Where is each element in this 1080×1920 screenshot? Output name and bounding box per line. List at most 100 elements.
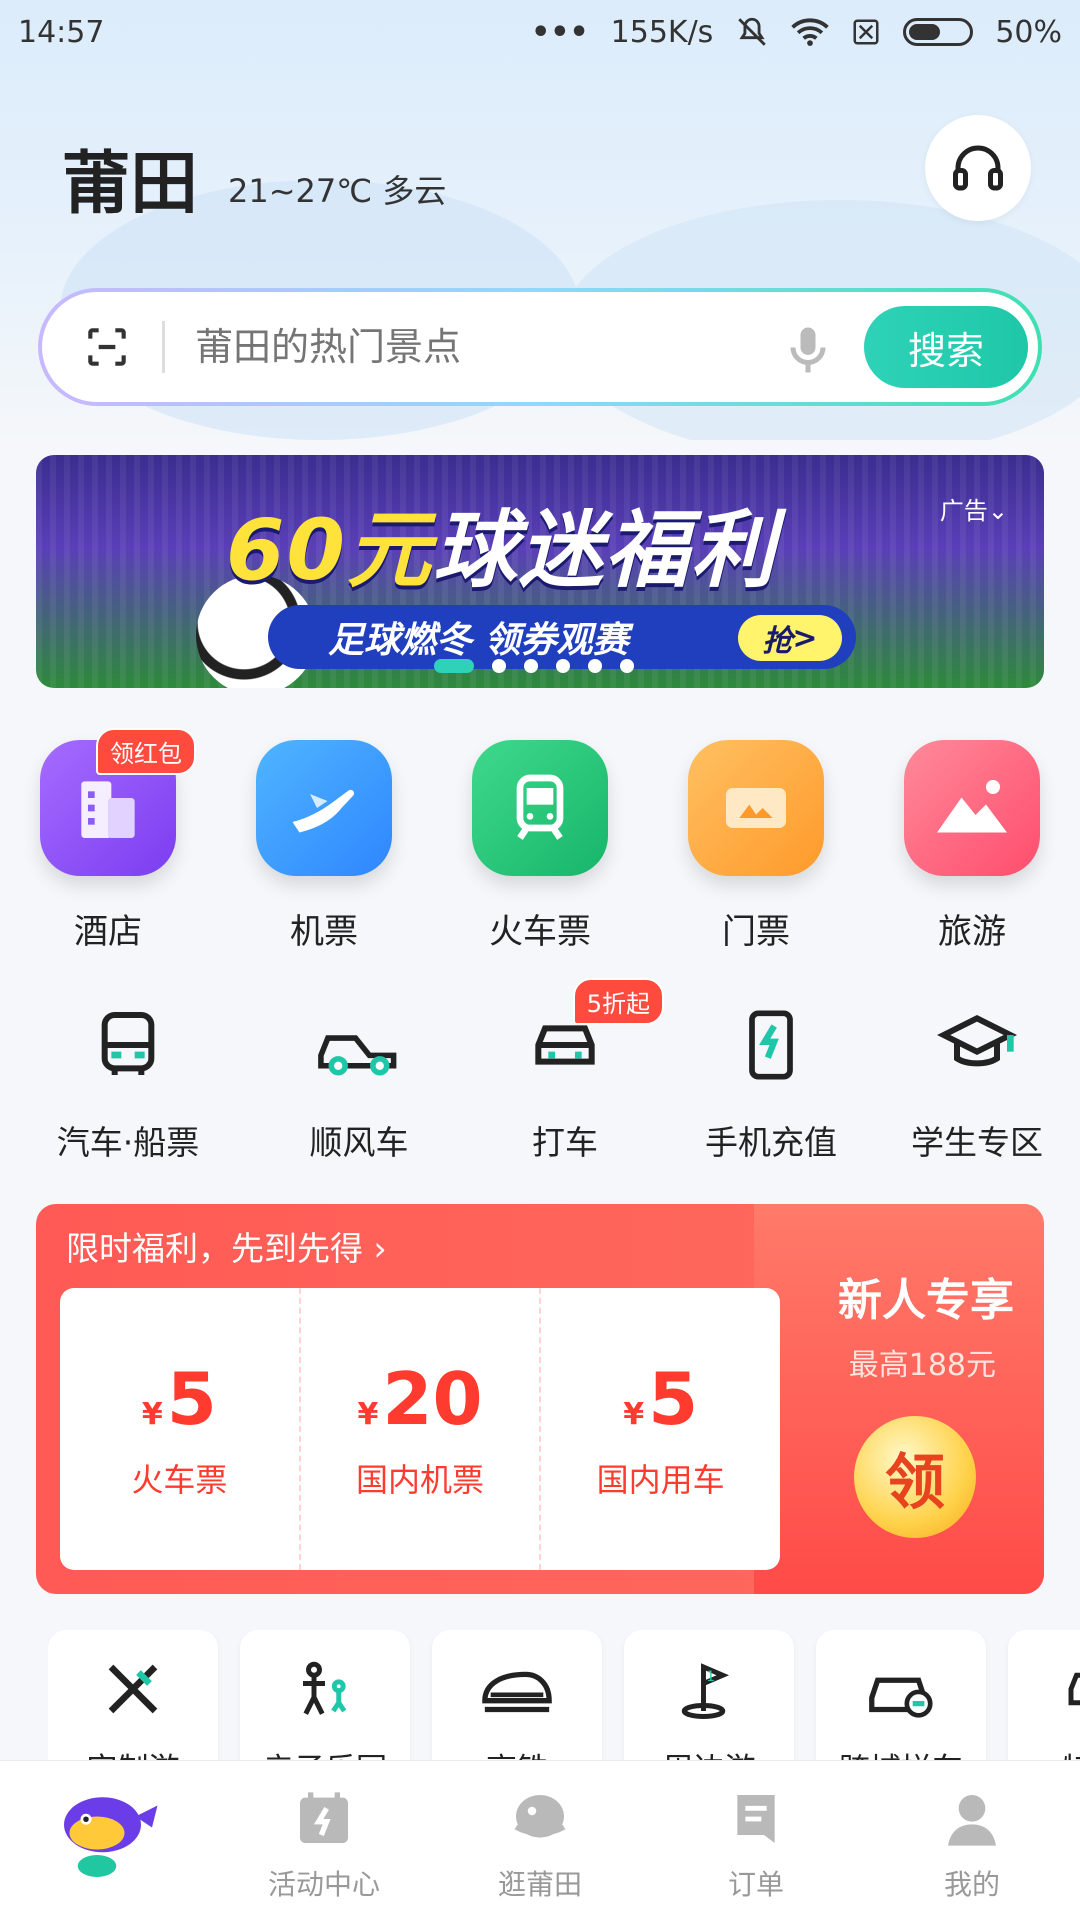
card-high-speed-rail[interactable]: 高铁	[432, 1630, 602, 1760]
intercity-carpool-icon	[869, 1677, 933, 1718]
mute-icon	[738, 17, 767, 46]
service-train[interactable]: 火车票	[432, 740, 648, 953]
weather-info: 21~27℃ 多云	[228, 172, 447, 210]
service-taxi[interactable]: 5折起 打车	[462, 978, 668, 1164]
service-label: 汽车·船票	[56, 1123, 200, 1162]
tab-label: 活动中心	[267, 1868, 380, 1901]
service-label: 机票	[290, 912, 358, 952]
tab-explore[interactable]: 逛莆田	[432, 1761, 648, 1920]
customer-service-button[interactable]	[925, 115, 1031, 221]
service-label: 酒店	[74, 912, 142, 952]
city-name[interactable]: 莆田	[62, 128, 198, 227]
card-label: 跨城拼车	[839, 1744, 963, 1760]
tab-profile[interactable]: 我的	[864, 1761, 1080, 1920]
tab-activity[interactable]: 活动中心	[216, 1761, 432, 1920]
graduation-cap-icon	[937, 1014, 1017, 1067]
new-user-max: 最高188元	[848, 1348, 996, 1383]
card-intercity-carpool[interactable]: 跨城拼车	[816, 1630, 986, 1760]
card-nearby-tour[interactable]: 1 周边游	[624, 1630, 794, 1760]
claim-button[interactable]: 领	[854, 1416, 976, 1538]
card-label: 定制游	[87, 1744, 180, 1760]
mascot-home-icon	[64, 1797, 158, 1877]
service-bus[interactable]: 汽车·船票	[0, 1000, 256, 1164]
mountain-icon	[937, 780, 1007, 833]
card-label: 周边游	[663, 1744, 756, 1760]
more-dots-icon: •••	[531, 14, 589, 50]
card-label: 特价	[1062, 1744, 1080, 1760]
service-label: 打车	[532, 1123, 598, 1162]
family-park-icon	[303, 1661, 347, 1715]
service-ticket[interactable]: 门票	[648, 740, 864, 953]
search-input[interactable]	[195, 325, 755, 369]
special-icon	[1068, 1672, 1080, 1706]
service-label: 手机充值	[705, 1123, 837, 1162]
promo-header[interactable]: 限时福利，先到先得 ›	[66, 1222, 387, 1270]
service-flight[interactable]: 机票	[216, 740, 432, 953]
discount-badge: 5折起	[572, 978, 664, 1025]
card-special[interactable]: 特价	[1008, 1630, 1080, 1760]
service-travel[interactable]: 旅游	[864, 740, 1080, 953]
status-time: 14:57	[18, 14, 105, 50]
service-carpool[interactable]: 顺风车	[256, 1000, 462, 1164]
service-label: 火车票	[489, 912, 591, 952]
banner-title: 60元球迷福利	[226, 501, 777, 599]
banner-title-text: 球迷福利	[432, 501, 777, 599]
svg-text:1: 1	[706, 1669, 715, 1685]
ticket-icon	[726, 788, 786, 828]
plane-icon	[292, 789, 355, 833]
battery-level: 50%	[995, 14, 1062, 50]
carpool-icon	[318, 1035, 397, 1076]
tab-label: 我的	[943, 1868, 1000, 1901]
service-label: 门票	[722, 912, 790, 952]
coupon-train[interactable]: ¥5 火车票	[60, 1288, 301, 1570]
service-phone-charge[interactable]: 手机充值	[668, 1000, 874, 1164]
tab-order[interactable]: 订单	[648, 1761, 864, 1920]
profile-icon	[948, 1795, 996, 1846]
bottom-tab-bar: 活动中心 逛莆田 订单 我的	[0, 1760, 1080, 1920]
service-student[interactable]: 学生专区	[874, 1000, 1080, 1164]
grab-button[interactable]: 抢 >	[738, 615, 842, 661]
scan-icon[interactable]	[82, 322, 132, 372]
ad-label[interactable]: 广告⌄	[940, 491, 1008, 526]
service-label: 学生专区	[911, 1123, 1043, 1162]
new-user-title: 新人专享	[838, 1275, 1014, 1326]
coupon-car[interactable]: ¥5 国内用车	[541, 1288, 780, 1570]
hotel-icon	[81, 781, 135, 838]
activity-icon	[300, 1792, 348, 1843]
secondary-services: 汽车·船票 顺风车 5折起 打车 手机充值 学生专区	[0, 978, 1080, 1164]
bus-icon	[101, 1012, 155, 1075]
tab-home[interactable]	[0, 1761, 216, 1920]
coupon-flight[interactable]: ¥20 国内机票	[301, 1288, 542, 1570]
battery-icon	[903, 18, 974, 46]
new-user-promo[interactable]: 限时福利，先到先得 › ¥5 火车票 ¥20 国内机票 ¥5 国内用车 新人专享…	[36, 1204, 1044, 1594]
card-custom-tour[interactable]: 定制游	[48, 1630, 218, 1760]
nearby-tour-icon: 1	[681, 1663, 730, 1719]
search-button[interactable]: 搜索	[864, 306, 1028, 388]
status-bar: 14:57 ••• 155K/s 50%	[0, 0, 1080, 64]
main-services: 领红包 酒店 机票 火车票 门票 旅游	[0, 728, 1080, 953]
wifi-icon	[791, 18, 830, 46]
explore-icon	[514, 1795, 566, 1838]
more-services-row: 定制游 亲子乐园 高铁 1 周边游 跨城拼车 特价	[48, 1630, 1080, 1760]
card-label: 高铁	[486, 1744, 548, 1760]
microphone-icon[interactable]	[778, 320, 838, 380]
tab-label: 逛莆田	[497, 1868, 582, 1901]
train-icon	[516, 774, 564, 840]
order-icon	[737, 1795, 775, 1843]
service-hotel[interactable]: 领红包 酒店	[0, 728, 216, 953]
sim-icon	[853, 19, 879, 45]
coupon-name: 国内用车	[596, 1461, 725, 1499]
red-packet-badge: 领红包	[96, 728, 196, 775]
service-label: 旅游	[938, 912, 1006, 952]
service-label: 顺风车	[309, 1123, 409, 1162]
search-separator	[162, 321, 165, 373]
network-speed: 155K/s	[610, 14, 714, 50]
card-family-park[interactable]: 亲子乐园	[240, 1630, 410, 1760]
phone-charge-icon	[749, 1010, 793, 1080]
coupon-list: ¥5 火车票 ¥20 国内机票 ¥5 国内用车	[60, 1288, 780, 1570]
high-speed-rail-icon	[482, 1671, 552, 1713]
promo-banner[interactable]: 60元球迷福利 广告⌄ 足球燃冬 领券观赛 抢 >	[36, 455, 1044, 688]
custom-tour-icon	[108, 1664, 158, 1714]
coupon-name: 国内机票	[356, 1461, 485, 1499]
search-bar: 搜索	[38, 288, 1042, 406]
